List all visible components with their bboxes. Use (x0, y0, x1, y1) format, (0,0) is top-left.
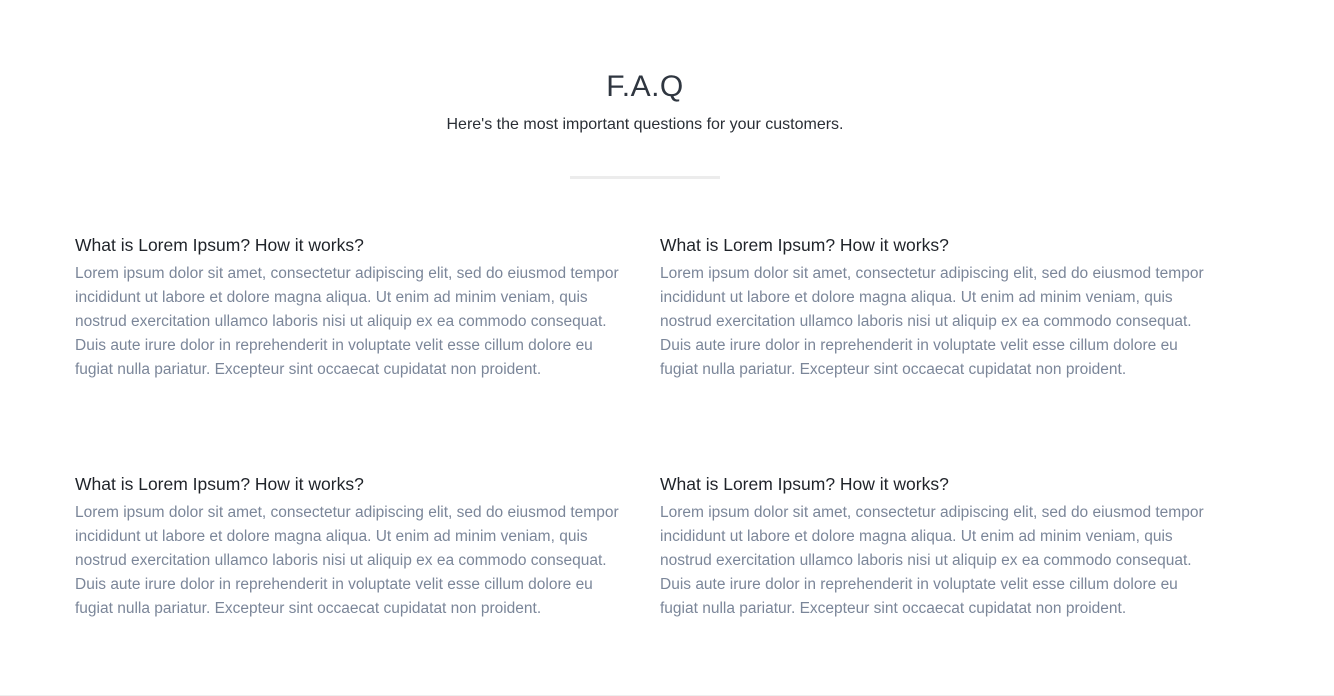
faq-answer: Lorem ipsum dolor sit amet, consectetur … (660, 504, 1204, 617)
faq-item-1: What is Lorem Ipsum? How it works? Lorem… (75, 234, 620, 382)
faq-question: What is Lorem Ipsum? How it works? (75, 235, 364, 255)
faq-item-4: What is Lorem Ipsum? How it works? Lorem… (660, 473, 1205, 621)
faq-answer: Lorem ipsum dolor sit amet, consectetur … (660, 265, 1204, 378)
faq-item-2: What is Lorem Ipsum? How it works? Lorem… (660, 234, 1205, 382)
faq-section: F.A.Q Here's the most important question… (0, 0, 1334, 696)
page-subtitle: Here's the most important questions for … (446, 116, 844, 133)
faq-answer: Lorem ipsum dolor sit amet, consectetur … (75, 265, 619, 378)
faq-question: What is Lorem Ipsum? How it works? (660, 474, 949, 494)
faq-answer: Lorem ipsum dolor sit amet, consectetur … (75, 504, 619, 617)
faq-question: What is Lorem Ipsum? How it works? (660, 235, 949, 255)
faq-item-3: What is Lorem Ipsum? How it works? Lorem… (75, 473, 620, 621)
faq-question: What is Lorem Ipsum? How it works? (75, 474, 364, 494)
section-divider (570, 176, 720, 179)
page-title: F.A.Q (606, 70, 684, 103)
